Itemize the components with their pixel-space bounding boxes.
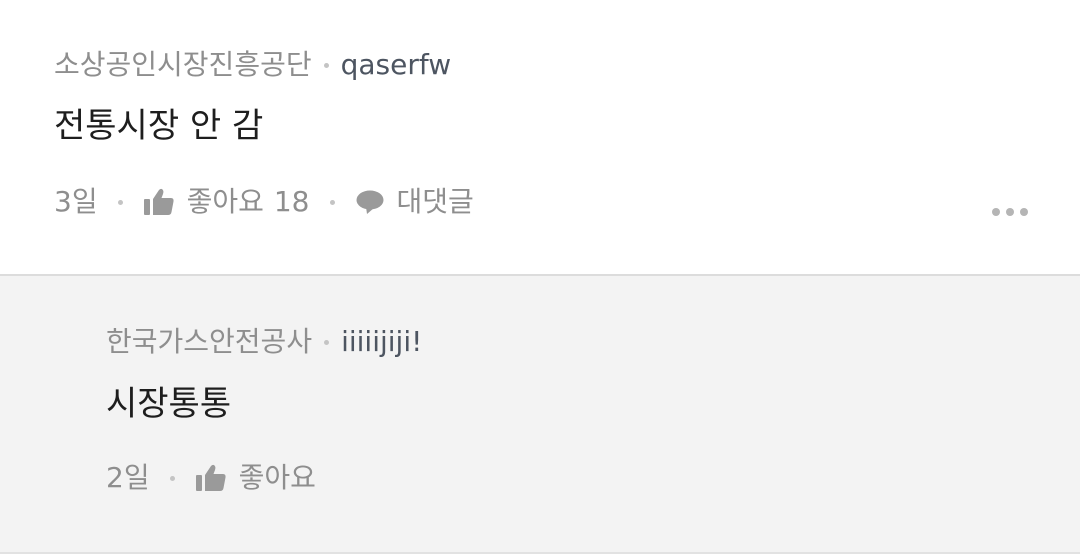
separator-dot: [117, 199, 123, 205]
thumbs-up-icon: [195, 463, 227, 493]
separator-dot: [329, 199, 335, 205]
reply-header: 한국가스안전공사 iiiiijiji!: [106, 324, 422, 360]
separator-dot: [169, 475, 175, 481]
comment-text: 전통시장 안 감: [54, 106, 264, 146]
author-nickname[interactable]: qaserfw: [341, 47, 452, 83]
like-label: 좋아요: [186, 185, 264, 218]
comment-item: 소상공인시장진흥공단 qaserfw 전통시장 안 감 3일 좋아요 18 대댓…: [0, 0, 1080, 274]
speech-bubble-icon: [355, 188, 385, 216]
separator-dot: [324, 339, 330, 345]
like-button[interactable]: 좋아요 18: [143, 184, 310, 220]
more-dot: [1006, 208, 1014, 216]
reply-label: 대댓글: [396, 185, 474, 218]
author-nickname[interactable]: iiiiijiji!: [341, 324, 422, 360]
separator-dot: [323, 62, 329, 68]
more-dot: [1020, 208, 1028, 216]
author-company[interactable]: 소상공인시장진흥공단: [54, 47, 312, 83]
reply-text: 시장통통: [106, 384, 232, 424]
comment-meta: 3일 좋아요 18 대댓글: [54, 184, 474, 220]
like-button[interactable]: 좋아요: [195, 460, 316, 496]
reply-time: 2일: [106, 461, 150, 494]
more-dot: [992, 208, 1000, 216]
thumbs-up-icon: [143, 187, 175, 217]
reply-button[interactable]: 대댓글: [355, 184, 474, 220]
comment-time: 3일: [54, 185, 98, 218]
author-company[interactable]: 한국가스안전공사: [106, 324, 312, 360]
reply-item: 한국가스안전공사 iiiiijiji! 시장통통 2일 좋아요: [0, 276, 1080, 552]
like-count: 18: [273, 185, 310, 218]
reply-meta: 2일 좋아요: [106, 460, 316, 496]
like-label: 좋아요: [238, 461, 316, 494]
more-horizontal-icon[interactable]: [992, 208, 1028, 216]
comment-header: 소상공인시장진흥공단 qaserfw: [54, 47, 451, 83]
